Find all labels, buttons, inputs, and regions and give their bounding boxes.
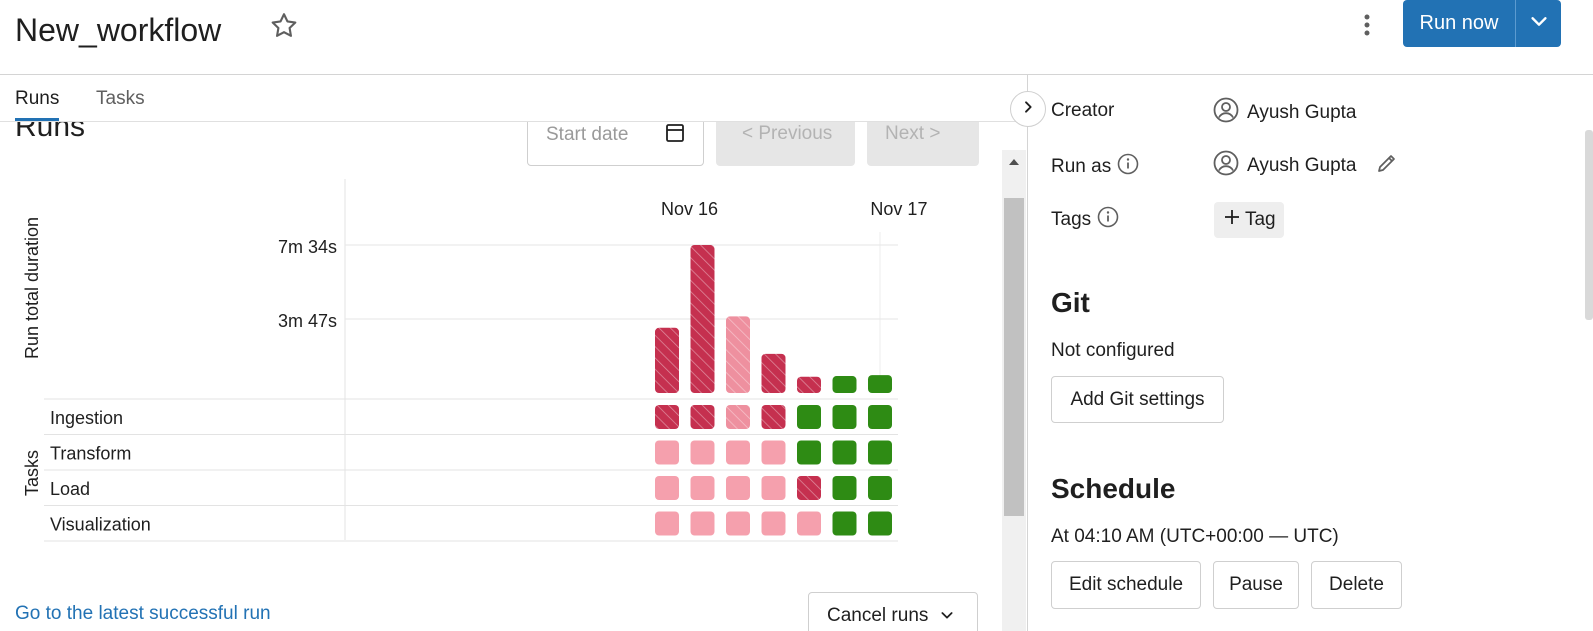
- task-status-cell: [655, 476, 679, 500]
- task-status-cell: [832, 440, 857, 465]
- run-duration-bar: [655, 327, 679, 393]
- task-status-cell: [868, 511, 892, 536]
- y-tick-label: 7m 34s: [278, 237, 337, 257]
- kebab-menu-icon[interactable]: [1356, 8, 1378, 40]
- date-label: Nov 16: [661, 199, 718, 219]
- chevron-down-icon: [1528, 10, 1550, 37]
- run-duration-bar: [797, 376, 821, 393]
- task-status-cell: [797, 440, 821, 465]
- task-status-cell: [797, 511, 821, 536]
- plus-icon: [1224, 209, 1245, 230]
- task-status-cell: [655, 440, 679, 465]
- task-status-cell: [690, 511, 715, 536]
- creator-value: Ayush Gupta: [1213, 97, 1357, 129]
- run-as-label: Run as: [1051, 153, 1139, 181]
- task-status-cell: [690, 476, 715, 500]
- scroll-up-arrow-icon[interactable]: [1008, 154, 1020, 172]
- run-now-dropdown-button[interactable]: [1516, 0, 1561, 47]
- run-as-value: Ayush Gupta: [1213, 150, 1399, 182]
- git-status: Not configured: [1051, 340, 1175, 361]
- run-now-button[interactable]: Run now: [1403, 0, 1515, 47]
- page-header: New_workflow Run now: [0, 0, 1593, 75]
- details-scrollbar[interactable]: [1585, 130, 1593, 320]
- task-status-cell: [655, 405, 679, 429]
- run-duration-bar: [832, 376, 857, 393]
- task-name-label: Transform: [50, 444, 131, 464]
- schedule-text: At 04:10 AM (UTC+00:00 — UTC): [1051, 526, 1339, 547]
- y-tick-label: 3m 47s: [278, 311, 337, 331]
- y-axis-label: Run total duration: [22, 217, 42, 359]
- latest-successful-run-link[interactable]: Go to the latest successful run: [15, 603, 271, 625]
- tab-runs[interactable]: Runs: [15, 88, 60, 121]
- task-status-cell: [726, 440, 750, 465]
- task-status-cell: [726, 405, 750, 429]
- task-name-label: Load: [50, 479, 90, 499]
- task-status-cell: [832, 405, 857, 429]
- task-status-cell: [690, 440, 715, 465]
- run-duration-bar: [868, 375, 892, 393]
- git-section-title: Git: [1051, 287, 1090, 318]
- task-status-cell: [761, 476, 786, 500]
- add-tag-button[interactable]: Tag: [1214, 202, 1284, 238]
- tab-bar: Runs Tasks: [0, 75, 1028, 122]
- task-status-cell: [761, 405, 786, 429]
- cancel-runs-button[interactable]: Cancel runs: [808, 592, 978, 631]
- task-status-cell: [797, 405, 821, 429]
- run-duration-bar: [726, 316, 750, 393]
- info-icon[interactable]: [1117, 153, 1139, 181]
- task-status-cell: [655, 511, 679, 536]
- creator-label: Creator: [1051, 100, 1115, 121]
- date-label: Nov 17: [870, 199, 927, 219]
- task-status-cell: [832, 476, 857, 500]
- task-status-cell: [868, 476, 892, 500]
- star-icon[interactable]: [268, 10, 300, 42]
- task-status-cell: [761, 511, 786, 536]
- tasks-axis-label: Tasks: [22, 450, 42, 496]
- user-circle-icon: [1213, 150, 1239, 182]
- task-status-cell: [868, 405, 892, 429]
- runs-scrollbar-thumb[interactable]: [1004, 198, 1024, 516]
- user-circle-icon: [1213, 97, 1239, 129]
- job-details-panel: Creator Ayush Gupta Run as Ayush Gupta T…: [1028, 75, 1593, 631]
- task-status-cell: [797, 476, 821, 500]
- run-duration-bar: [761, 353, 786, 393]
- cancel-runs-label: Cancel runs: [827, 605, 929, 626]
- info-icon[interactable]: [1097, 206, 1119, 234]
- task-status-cell: [868, 440, 892, 465]
- page-title: New_workflow: [15, 12, 222, 48]
- chevron-down-icon: [939, 607, 955, 629]
- run-duration-bar: [690, 245, 715, 393]
- task-status-cell: [726, 476, 750, 500]
- tags-label: Tags: [1051, 206, 1119, 234]
- add-git-settings-button[interactable]: Add Git settings: [1051, 376, 1224, 423]
- tab-tasks[interactable]: Tasks: [96, 88, 145, 118]
- task-name-label: Visualization: [50, 515, 151, 535]
- runs-chart: 7m 34s 3m 47s Nov 16 Nov 17 Run total durati…: [22, 179, 927, 542]
- delete-button[interactable]: Delete: [1311, 561, 1402, 609]
- task-status-cell: [690, 405, 715, 429]
- schedule-section-title: Schedule: [1051, 473, 1176, 504]
- run-now-button-group: Run now: [1403, 0, 1561, 47]
- pause-button[interactable]: Pause: [1213, 561, 1299, 609]
- edit-schedule-button[interactable]: Edit schedule: [1051, 561, 1201, 609]
- task-status-cell: [726, 511, 750, 536]
- runs-panel: Runs Start date < Previous Next > 7m 34s…: [0, 122, 1028, 631]
- task-status-cell: [761, 440, 786, 465]
- task-name-label: Ingestion: [50, 408, 123, 428]
- pencil-icon[interactable]: [1375, 151, 1399, 181]
- task-status-cell: [832, 511, 857, 536]
